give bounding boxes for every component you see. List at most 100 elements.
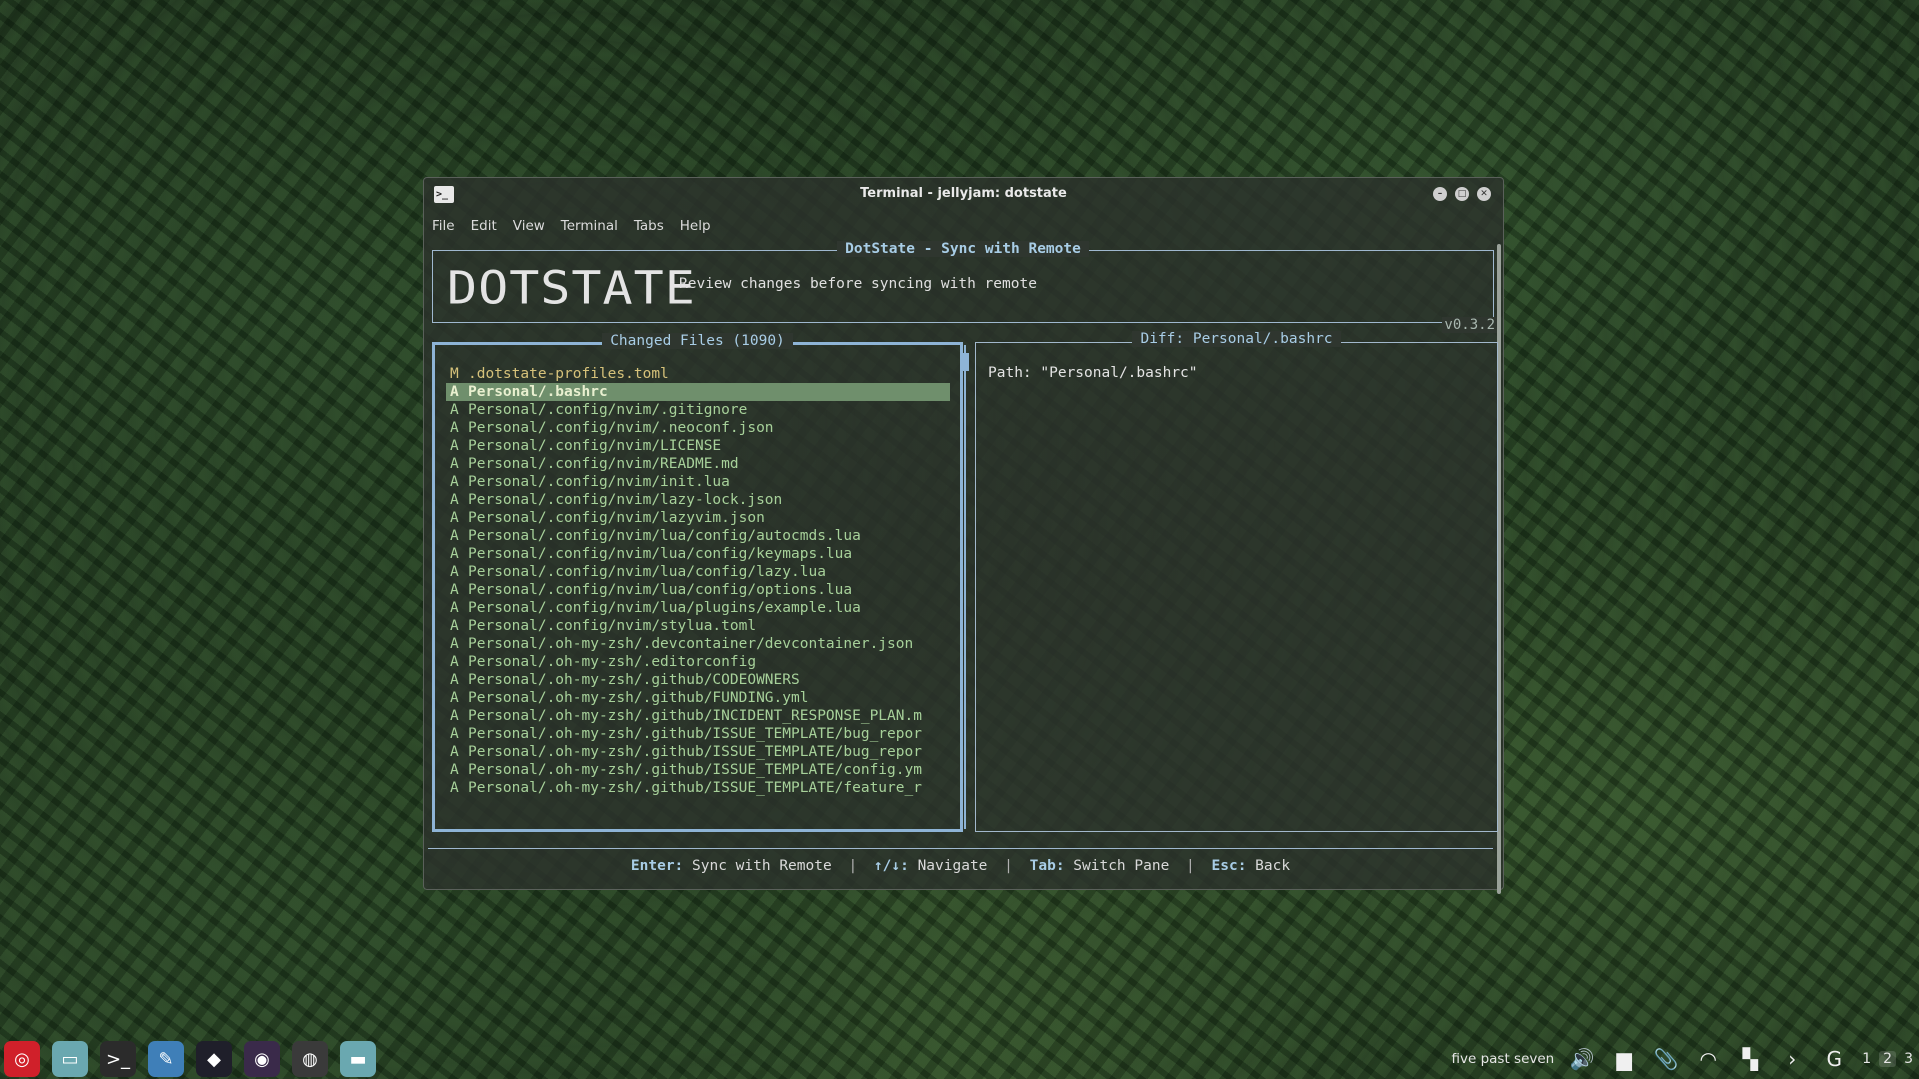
file-row[interactable]: A Personal/.oh-my-zsh/.github/ISSUE_TEMPL…: [446, 743, 950, 761]
file-status: A: [450, 762, 459, 778]
file-row[interactable]: A Personal/.config/nvim/.neoconf.json: [446, 419, 950, 437]
file-row[interactable]: A Personal/.oh-my-zsh/.github/FUNDING.yml: [446, 689, 950, 707]
file-row[interactable]: A Personal/.config/nvim/lazyvim.json: [446, 509, 950, 527]
file-row[interactable]: A Personal/.oh-my-zsh/.github/INCIDENT_RE…: [446, 707, 950, 725]
diff-title: Diff: Personal/.bashrc: [1132, 331, 1341, 347]
file-row[interactable]: A Personal/.oh-my-zsh/.github/ISSUE_TEMPL…: [446, 725, 950, 743]
file-path: Personal/.config/nvim/lua/config/autocmd…: [468, 528, 861, 544]
file-path: Personal/.config/nvim/lazy-lock.json: [468, 492, 783, 508]
file-row[interactable]: A Personal/.config/nvim/stylua.toml: [446, 617, 950, 635]
menu-tabs[interactable]: Tabs: [634, 218, 664, 234]
app-logo: DOTSTATE: [447, 261, 696, 315]
taskbar: ◎ ▭ >_ ✎ ◆ ◉ ◍ ▬ five past seven 🔊 ▆ 📎 ◠ ▚ › G 1 2 3: [0, 1039, 1919, 1079]
file-row[interactable]: A Personal/.config/nvim/lua/config/autocm…: [446, 527, 950, 545]
file-path: Personal/.config/nvim/.neoconf.json: [468, 420, 774, 436]
footer-separator: |: [848, 858, 858, 874]
chrome-icon[interactable]: ◍: [292, 1041, 328, 1077]
file-status: A: [450, 402, 459, 418]
menu-terminal[interactable]: Terminal: [561, 218, 618, 234]
file-row[interactable]: A Personal/.config/nvim/README.md: [446, 455, 950, 473]
footer-key-tab: Tab:: [1029, 858, 1065, 874]
file-row[interactable]: A Personal/.oh-my-zsh/.devcontainer/devco…: [446, 635, 950, 653]
file-status: A: [450, 528, 459, 544]
file-row[interactable]: A Personal/.config/nvim/lua/plugins/examp…: [446, 599, 950, 617]
file-status: A: [450, 384, 459, 400]
file-path: Personal/.config/nvim/lua/config/options…: [468, 582, 853, 598]
file-row[interactable]: A Personal/.config/nvim/LICENSE: [446, 437, 950, 455]
file-path: Personal/.oh-my-zsh/.github/FUNDING.yml: [468, 690, 809, 706]
clock[interactable]: five past seven: [1451, 1051, 1554, 1067]
header-title: DotState - Sync with Remote: [837, 241, 1089, 257]
header-subtitle: Review changes before syncing with remot…: [679, 276, 1037, 292]
wifi-icon[interactable]: ◠: [1694, 1045, 1722, 1073]
file-path: Personal/.oh-my-zsh/.github/ISSUE_TEMPLA…: [468, 744, 922, 760]
maximize-button[interactable]: □: [1455, 187, 1469, 201]
folder-icon[interactable]: ▬: [340, 1041, 376, 1077]
file-row[interactable]: A Personal/.config/nvim/lazy-lock.json: [446, 491, 950, 509]
file-row[interactable]: M .dotstate-profiles.toml: [446, 365, 950, 383]
file-row[interactable]: A Personal/.config/nvim/.gitignore: [446, 401, 950, 419]
file-path: Personal/.config/nvim/.gitignore: [468, 402, 748, 418]
firefox-icon[interactable]: ◉: [244, 1041, 280, 1077]
terminal-content[interactable]: DotState - Sync with Remote DOTSTATE Rev…: [428, 240, 1498, 885]
color-picker-icon[interactable]: ▚: [1736, 1045, 1764, 1073]
file-manager-icon[interactable]: ▭: [52, 1041, 88, 1077]
debian-swirl-icon[interactable]: ◎: [4, 1041, 40, 1077]
minimize-button[interactable]: –: [1433, 187, 1447, 201]
file-path: Personal/.config/nvim/lua/config/lazy.lu…: [468, 564, 826, 580]
file-list[interactable]: M .dotstate-profiles.toml A Personal/.bashr…: [446, 365, 950, 797]
file-row[interactable]: A Personal/.config/nvim/lua/config/keymap…: [446, 545, 950, 563]
close-button[interactable]: ✕: [1477, 187, 1491, 201]
workspace-3[interactable]: 3: [1904, 1051, 1913, 1067]
file-path: Personal/.config/nvim/stylua.toml: [468, 618, 757, 634]
file-status: A: [450, 582, 459, 598]
notes-icon[interactable]: ▆: [1610, 1045, 1638, 1073]
file-row[interactable]: A Personal/.oh-my-zsh/.github/CODEOWNERS: [446, 671, 950, 689]
file-row[interactable]: A Personal/.config/nvim/init.lua: [446, 473, 950, 491]
file-status: A: [450, 600, 459, 616]
file-row[interactable]: A Personal/.config/nvim/lua/config/lazy.l…: [446, 563, 950, 581]
file-status: A: [450, 564, 459, 580]
footer-key-esc: Esc:: [1211, 858, 1247, 874]
workspace-2[interactable]: 2: [1879, 1051, 1897, 1067]
file-status: A: [450, 438, 459, 454]
file-path: Personal/.config/nvim/lua/plugins/exampl…: [468, 600, 861, 616]
titlebar[interactable]: >_ Terminal - jellyjam: dotstate – □ ✕: [424, 178, 1503, 212]
system-tray: five past seven 🔊 ▆ 📎 ◠ ▚ › G 1 2 3: [1451, 1039, 1919, 1079]
text-editor-icon[interactable]: ✎: [148, 1041, 184, 1077]
changed-files-pane[interactable]: Changed Files (1090) M .dotstate-profiles…: [432, 333, 969, 832]
terminal-window[interactable]: >_ Terminal - jellyjam: dotstate – □ ✕ F…: [423, 177, 1504, 894]
file-status: A: [450, 708, 459, 724]
menu-edit[interactable]: Edit: [471, 218, 497, 234]
update-icon[interactable]: G: [1820, 1045, 1848, 1073]
footer-separator: |: [1186, 858, 1195, 874]
file-row[interactable]: A Personal/.oh-my-zsh/.github/ISSUE_TEMPL…: [446, 779, 950, 797]
file-path: Personal/.oh-my-zsh/.editorconfig: [468, 654, 757, 670]
keybinding-footer: Enter: Sync with Remote | ↑/↓: Navigate …: [428, 858, 1493, 874]
file-status: A: [450, 690, 459, 706]
file-row[interactable]: A Personal/.oh-my-zsh/.editorconfig: [446, 653, 950, 671]
volume-icon[interactable]: 🔊: [1568, 1045, 1596, 1073]
menu-view[interactable]: View: [513, 218, 545, 234]
workspace-1[interactable]: 1: [1862, 1051, 1871, 1067]
file-list-scrollbar[interactable]: [961, 345, 969, 829]
file-path: Personal/.config/nvim/lazyvim.json: [468, 510, 765, 526]
file-list-scroll-thumb[interactable]: [961, 353, 969, 371]
file-status: A: [450, 456, 459, 472]
file-row[interactable]: A Personal/.bashrc: [446, 383, 950, 401]
menubar: File Edit View Terminal Tabs Help: [424, 212, 1503, 240]
file-status: A: [450, 636, 459, 652]
file-row[interactable]: A Personal/.oh-my-zsh/.github/ISSUE_TEMPL…: [446, 761, 950, 779]
menu-help[interactable]: Help: [680, 218, 711, 234]
app-header: DotState - Sync with Remote DOTSTATE Rev…: [432, 241, 1497, 333]
paperclip-icon[interactable]: 📎: [1652, 1045, 1680, 1073]
file-row[interactable]: A Personal/.config/nvim/lua/config/option…: [446, 581, 950, 599]
obsidian-icon[interactable]: ◆: [196, 1041, 232, 1077]
terminal-icon[interactable]: >_: [100, 1041, 136, 1077]
diff-pane[interactable]: Diff: Personal/.bashrc Path: "Personal/.…: [975, 331, 1498, 832]
diff-path: Path: "Personal/.bashrc": [988, 365, 1198, 381]
window-controls: – □ ✕: [1433, 187, 1491, 201]
file-path: Personal/.config/nvim/lua/config/keymaps…: [468, 546, 853, 562]
menu-file[interactable]: File: [432, 218, 455, 234]
chevron-right-icon[interactable]: ›: [1778, 1045, 1806, 1073]
